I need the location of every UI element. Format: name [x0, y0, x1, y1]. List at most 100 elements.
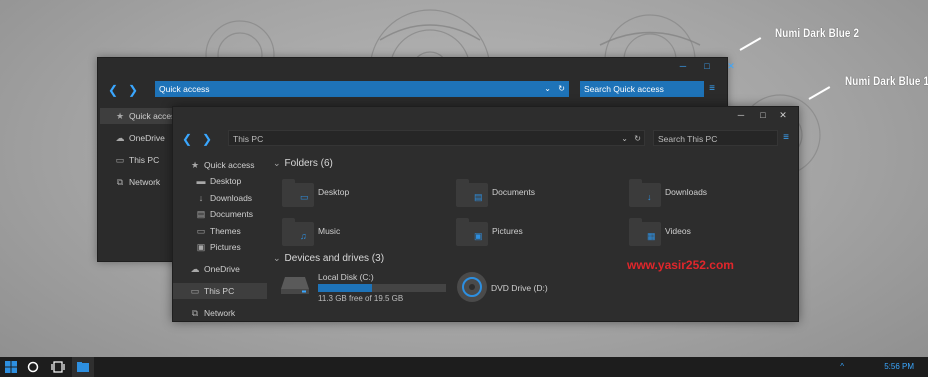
network-icon: ⧉ — [116, 177, 124, 187]
sidebar-item-network[interactable]: ⧉ Network — [100, 174, 160, 190]
desktop-folder-icon[interactable]: ▭ — [282, 179, 314, 207]
search-box[interactable]: Search This PC — [653, 130, 778, 146]
address-dropdown-icon[interactable]: ⌄ — [621, 131, 628, 147]
minimize-icon[interactable]: ─ — [734, 109, 748, 121]
sidebar-item-label: This PC — [204, 286, 235, 296]
downloads-folder-icon[interactable]: ↓ — [629, 179, 661, 207]
address-dropdown-icon[interactable]: ⌄ — [544, 81, 551, 97]
sidebar-item-quick-access[interactable]: ★ Quick acces — [100, 108, 176, 124]
sidebar-item-onedrive[interactable]: ☁ OneDrive — [177, 261, 240, 277]
document-icon: ▤ — [196, 209, 206, 219]
monitor-icon: ▭ — [190, 286, 200, 296]
network-icon: ⧉ — [191, 308, 199, 318]
navigation-bar: ❮ ❯ Quick access ⌄ ↻ Search Quick access… — [98, 79, 727, 101]
task-view-icon[interactable] — [47, 357, 69, 377]
chevron-down-icon: ⌄ — [273, 158, 281, 168]
windows-start-icon[interactable] — [0, 357, 22, 377]
folders-section-header[interactable]: ⌄ Folders (6) — [273, 158, 333, 169]
drive-free-text: 11.3 GB free of 19.5 GB — [318, 294, 404, 303]
explorer-window-front[interactable]: ─ □ ✕ ❮ ❯ This PC ⌄ ↻ Search This PC ≡ ★… — [172, 106, 799, 322]
maximize-icon[interactable]: □ — [756, 109, 770, 121]
sidebar-item-label: Documents — [210, 209, 253, 219]
drive-label-c[interactable]: Local Disk (C:) — [318, 272, 374, 282]
tray-chevron-up-icon[interactable]: ^ — [840, 357, 844, 377]
sidebar-item-network[interactable]: ⧉ Network — [177, 305, 235, 321]
sidebar-item-label: OneDrive — [129, 133, 165, 143]
sidebar-item-quick-access[interactable]: ★ Quick access — [177, 157, 255, 173]
folder-label-videos[interactable]: Videos — [665, 226, 691, 236]
sidebar-item-label: Themes — [210, 226, 241, 236]
videos-folder-icon[interactable]: ▦ — [629, 218, 661, 246]
folder-label-desktop[interactable]: Desktop — [318, 187, 349, 197]
close-icon[interactable]: ✕ — [776, 109, 790, 121]
chevron-down-icon: ⌄ — [273, 253, 281, 263]
address-text: This PC — [233, 134, 264, 144]
back-arrow-icon[interactable]: ❮ — [180, 132, 194, 146]
back-arrow-icon[interactable]: ❮ — [106, 83, 120, 97]
section-title: Devices and drives (3) — [284, 253, 385, 264]
folder-label-documents[interactable]: Documents — [492, 187, 535, 197]
music-folder-icon[interactable]: ♫ — [282, 218, 314, 246]
sidebar-item-label: OneDrive — [204, 264, 240, 274]
folder-label-music[interactable]: Music — [318, 226, 340, 236]
sidebar-item-label: Network — [129, 177, 161, 187]
folder-icon: ▭ — [196, 226, 206, 236]
sidebar-item-downloads[interactable]: ↓ Downloads — [177, 190, 252, 206]
documents-folder-icon[interactable]: ▤ — [456, 179, 488, 207]
sidebar-item-this-pc[interactable]: ▭ This PC — [173, 283, 267, 299]
drive-label-d[interactable]: DVD Drive (D:) — [491, 283, 548, 293]
taskbar-clock[interactable]: 5:56 PM — [884, 357, 914, 377]
sidebar-item-label: Quick acces — [129, 111, 176, 121]
sidebar-item-pictures[interactable]: ▣ Pictures — [177, 239, 241, 255]
cortana-circle-icon[interactable] — [22, 357, 44, 377]
refresh-icon[interactable]: ↻ — [558, 81, 565, 97]
navigation-bar: ❮ ❯ This PC ⌄ ↻ Search This PC ≡ — [173, 128, 798, 150]
theme-caption-1: Numi Dark Blue 1 — [845, 74, 928, 88]
watermark-text: www.yasir252.com — [627, 258, 734, 272]
dvd-drive-icon[interactable] — [455, 270, 489, 304]
cloud-icon: ☁ — [190, 264, 200, 274]
sidebar-item-label: Quick access — [204, 160, 255, 170]
forward-arrow-icon[interactable]: ❯ — [126, 83, 140, 97]
hamburger-menu-icon[interactable]: ≡ — [707, 83, 717, 95]
address-bar[interactable]: This PC ⌄ ↻ — [228, 130, 645, 146]
address-bar[interactable]: Quick access ⌄ ↻ — [155, 81, 569, 97]
sidebar-item-label: Desktop — [210, 176, 242, 186]
taskbar: ^ 5:56 PM — [0, 357, 928, 377]
sidebar-item-themes[interactable]: ▭ Themes — [177, 223, 241, 239]
sidebar-item-label: This PC — [129, 155, 160, 165]
theme-caption-2: Numi Dark Blue 2 — [775, 26, 860, 40]
sidebar-item-this-pc[interactable]: ▭ This PC — [100, 152, 160, 168]
section-title: Folders (6) — [284, 158, 333, 169]
folder-label-pictures[interactable]: Pictures — [492, 226, 523, 236]
sidebar-item-desktop[interactable]: ▬ Desktop — [177, 173, 242, 189]
cloud-icon: ☁ — [115, 133, 125, 143]
sidebar-item-documents[interactable]: ▤ Documents — [177, 206, 253, 222]
sidebar-item-label: Network — [204, 308, 236, 318]
folder-label-downloads[interactable]: Downloads — [665, 187, 707, 197]
pictures-folder-icon[interactable]: ▣ — [456, 218, 488, 246]
forward-arrow-icon[interactable]: ❯ — [200, 132, 214, 146]
refresh-icon[interactable]: ↻ — [634, 131, 641, 147]
star-icon: ★ — [190, 160, 200, 170]
titlebar[interactable]: ─ □ ✕ — [98, 58, 735, 76]
sidebar-item-onedrive[interactable]: ☁ OneDrive — [100, 130, 165, 146]
titlebar[interactable]: ─ □ ✕ — [173, 107, 798, 125]
close-icon[interactable]: ✕ — [724, 60, 738, 72]
desktop-icon: ▬ — [196, 176, 206, 186]
star-icon: ★ — [115, 111, 125, 121]
sidebar-item-label: Downloads — [210, 193, 253, 203]
hard-disk-icon[interactable] — [280, 275, 310, 295]
minimize-icon[interactable]: ─ — [676, 60, 690, 72]
maximize-icon[interactable]: □ — [700, 60, 714, 72]
drive-usage-bar — [318, 284, 446, 292]
search-box[interactable]: Search Quick access — [580, 81, 704, 97]
picture-icon: ▣ — [196, 242, 206, 252]
hamburger-menu-icon[interactable]: ≡ — [781, 132, 791, 144]
download-icon: ↓ — [198, 193, 204, 203]
devices-section-header[interactable]: ⌄ Devices and drives (3) — [273, 253, 384, 264]
sidebar-item-label: Pictures — [210, 242, 241, 252]
file-explorer-icon[interactable] — [72, 357, 94, 377]
monitor-icon: ▭ — [115, 155, 125, 165]
address-text: Quick access — [159, 84, 210, 94]
